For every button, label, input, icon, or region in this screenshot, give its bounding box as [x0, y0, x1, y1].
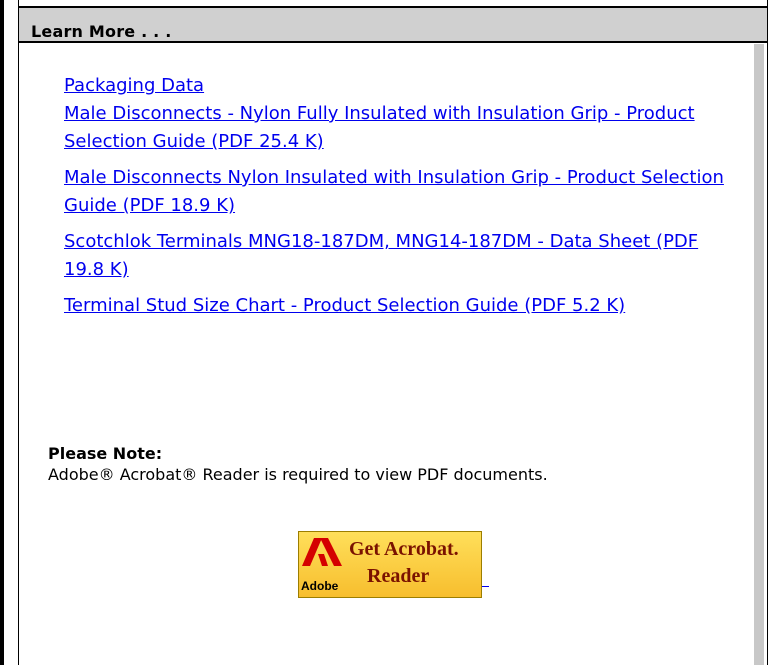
male-disconnects-insulated-guide-link[interactable]: Male Disconnects Nylon Insulated with In… — [64, 164, 724, 220]
terminal-stud-size-chart-link[interactable]: Terminal Stud Size Chart - Product Selec… — [64, 292, 724, 320]
male-disconnects-fully-insulated-guide-link[interactable]: Male Disconnects - Nylon Fully Insulated… — [64, 100, 724, 156]
panel-title: Learn More . . . — [31, 22, 172, 41]
left-border-line — [0, 0, 4, 665]
panel-scrollbar-track — [754, 44, 764, 665]
resource-links-list: Packaging Data Male Disconnects - Nylon … — [64, 72, 724, 320]
link-underline-trail — [482, 586, 489, 587]
pdf-note: Please Note: Adobe® Acrobat® Reader is r… — [48, 444, 548, 484]
packaging-data-link[interactable]: Packaging Data — [64, 72, 724, 100]
note-text: Adobe® Acrobat® Reader is required to vi… — [48, 465, 548, 484]
get-acrobat-text: Get Acrobat. — [349, 538, 459, 560]
scotchlok-terminals-data-sheet-link[interactable]: Scotchlok Terminals MNG18-187DM, MNG14-1… — [64, 228, 724, 284]
note-title: Please Note: — [48, 444, 163, 463]
adobe-brand-text: Adobe — [301, 579, 339, 593]
get-acrobat-reader-link[interactable]: Adobe Get Acrobat. Reader — [298, 531, 482, 598]
get-acrobat-reader-badge[interactable]: Adobe Get Acrobat. Reader — [298, 531, 482, 598]
panel-header: Learn More . . . — [19, 6, 767, 43]
reader-text: Reader — [367, 565, 430, 587]
adobe-logo-icon — [302, 538, 342, 566]
